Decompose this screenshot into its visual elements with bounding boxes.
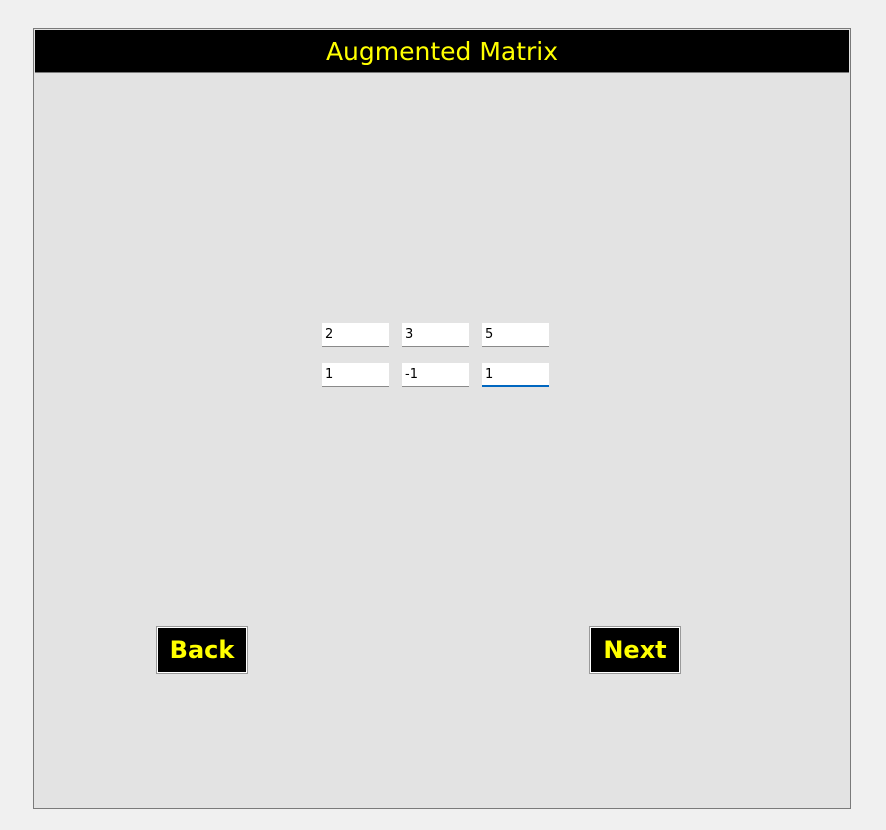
- next-button[interactable]: Next: [590, 627, 680, 673]
- matrix-cell-r1c1[interactable]: [322, 323, 389, 347]
- title-bar: Augmented Matrix: [35, 30, 849, 73]
- back-button[interactable]: Back: [157, 627, 247, 673]
- matrix-cell-r1c3[interactable]: [482, 323, 549, 347]
- matrix-cell-r2c2[interactable]: [402, 363, 469, 387]
- window-title: Augmented Matrix: [325, 36, 559, 66]
- matrix-cell-r1c2[interactable]: [402, 323, 469, 347]
- matrix-window: Augmented Matrix Back Next: [33, 28, 851, 809]
- matrix-cell-r2c3[interactable]: [482, 363, 549, 387]
- matrix-cell-r2c1[interactable]: [322, 363, 389, 387]
